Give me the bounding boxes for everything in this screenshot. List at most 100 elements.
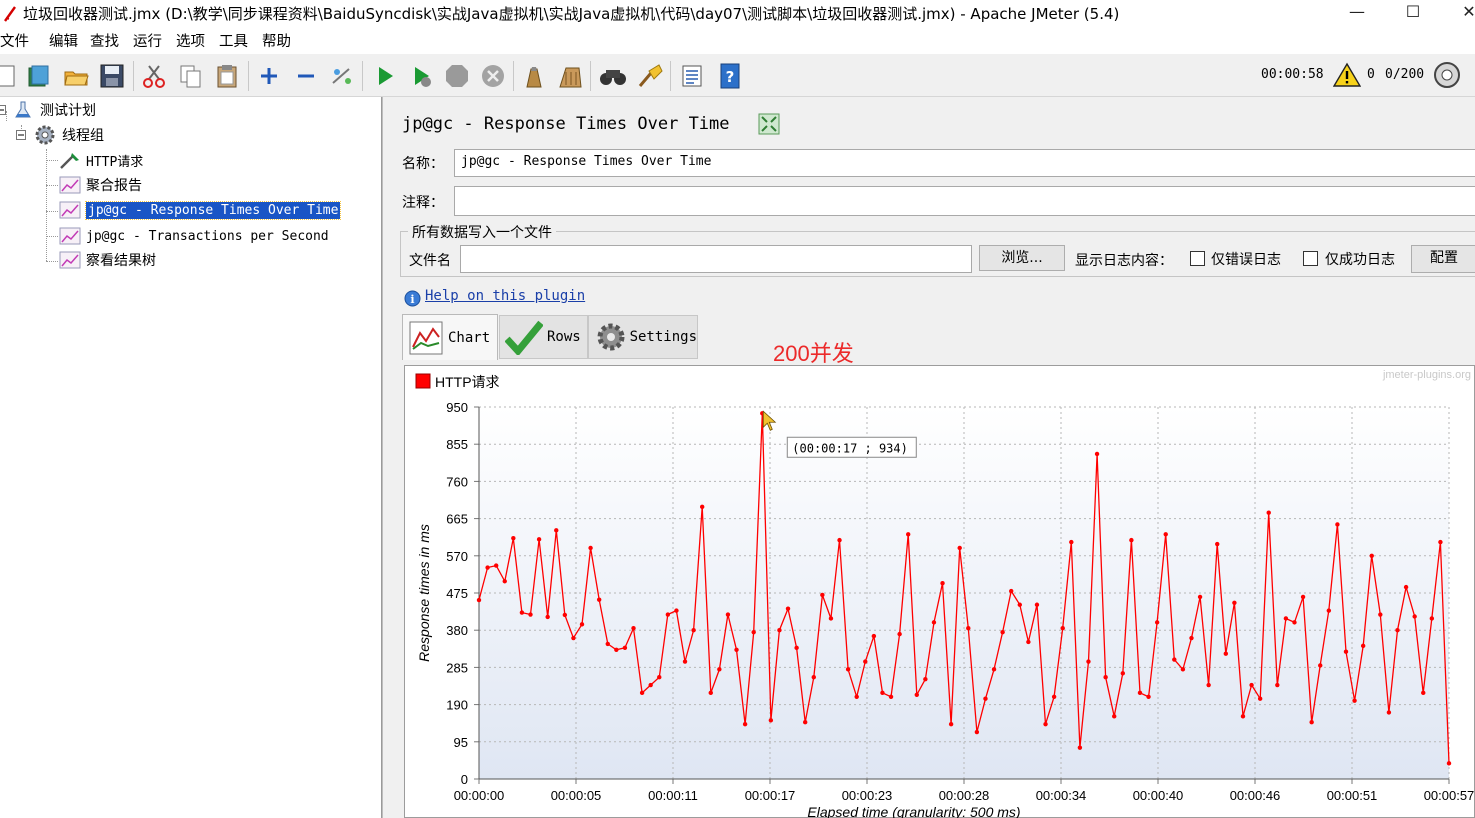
collapse-toggle-icon[interactable]	[16, 130, 26, 140]
name-field[interactable]: jp@gc - Response Times Over Time	[454, 149, 1475, 177]
expand-all-icon[interactable]	[255, 62, 283, 90]
data-point	[828, 616, 834, 621]
data-point	[588, 545, 593, 551]
tree-node-test-plan[interactable]: 测试计划	[0, 99, 96, 121]
panel-title: jp@gc - Response Times Over Time	[402, 114, 730, 134]
collapse-toggle-icon[interactable]	[0, 105, 6, 115]
minimize-button[interactable]: —	[1334, 0, 1380, 27]
copy-icon[interactable]	[177, 62, 205, 90]
menu-tools[interactable]: 工具	[219, 30, 256, 51]
configure-button[interactable]: 配置	[1411, 245, 1475, 273]
data-point	[631, 626, 636, 631]
tree-node-http-request[interactable]: HTTP请求	[58, 149, 143, 171]
stop-icon[interactable]	[443, 62, 471, 90]
data-point	[1009, 588, 1014, 594]
data-point	[648, 682, 653, 688]
data-point	[1103, 674, 1108, 680]
tab-rows-label: Rows	[547, 329, 581, 345]
maximize-panel-icon[interactable]	[758, 113, 780, 135]
menu-file[interactable]: 文件	[0, 30, 37, 51]
x-tick-label: 00:00:51	[1327, 788, 1378, 803]
file-group-title: 所有数据写入一个文件	[408, 222, 556, 242]
y-tick-label: 855	[446, 437, 468, 452]
collapse-all-icon[interactable]	[292, 62, 320, 90]
menu-run[interactable]: 运行	[133, 30, 170, 51]
data-point	[1309, 720, 1314, 725]
y-tick-label: 285	[446, 660, 468, 675]
data-point	[1257, 696, 1263, 701]
title-bar: 垃圾回收器测试.jmx (D:\教学\同步课程资料\BaiduSyncdisk\…	[0, 0, 1475, 27]
start-icon[interactable]	[371, 62, 399, 90]
x-tick-label: 00:00:00	[454, 788, 505, 803]
menu-search[interactable]: 查找	[90, 30, 127, 51]
new-icon[interactable]	[0, 62, 20, 90]
settings-gear-icon	[597, 323, 625, 351]
help-link[interactable]: Help on this plugin	[425, 288, 585, 304]
clear-icon[interactable]	[520, 62, 548, 90]
tree-label-test-plan: 测试计划	[40, 103, 96, 119]
elapsed-time: 00:00:58	[1261, 67, 1324, 82]
data-point	[674, 608, 679, 613]
close-button[interactable]: ✕	[1446, 0, 1475, 27]
help-icon[interactable]: ?	[716, 62, 744, 90]
listener-panel: jp@gc - Response Times Over Time 名称： jp@…	[388, 97, 1475, 818]
tab-chart[interactable]: Chart	[402, 314, 498, 360]
clear-all-icon[interactable]	[556, 62, 584, 90]
templates-icon[interactable]	[24, 62, 52, 90]
chart-watermark: jmeter-plugins.org	[1382, 369, 1471, 381]
data-point	[914, 692, 919, 698]
checkmark-icon	[505, 320, 543, 355]
data-point	[493, 563, 499, 568]
reset-search-icon[interactable]	[636, 62, 664, 90]
data-point	[1051, 694, 1057, 699]
data-point	[657, 674, 662, 680]
tree-label: 聚合报告	[86, 178, 142, 194]
data-point	[1318, 663, 1323, 668]
errors-only-checkbox[interactable]	[1190, 251, 1205, 266]
tree-node-transactions-per-second[interactable]: jp@gc - Transactions per Second	[58, 225, 329, 247]
tree-node-response-times[interactable]: jp@gc - Response Times Over Time	[58, 199, 342, 221]
tab-rows[interactable]: Rows	[499, 315, 588, 359]
svg-text:i: i	[410, 293, 414, 306]
data-point	[1232, 600, 1237, 605]
data-point	[1146, 694, 1151, 699]
paste-icon[interactable]	[213, 62, 241, 90]
data-point	[751, 629, 756, 635]
data-point	[1395, 628, 1400, 633]
filename-field[interactable]	[460, 245, 972, 273]
save-icon[interactable]	[98, 62, 126, 90]
comment-field[interactable]	[454, 186, 1475, 216]
menu-options[interactable]: 选项	[176, 30, 213, 51]
listener-graph-icon	[59, 227, 81, 245]
test-plan-tree: 测试计划 线程组 HTTP请求 聚合报告 jp@gc - Response Ti…	[0, 97, 382, 818]
tree-node-aggregate-report[interactable]: 聚合报告	[58, 174, 142, 196]
tab-settings[interactable]: Settings	[588, 315, 698, 359]
search-icon[interactable]	[599, 62, 627, 90]
browse-button[interactable]: 浏览...	[979, 245, 1065, 271]
menu-help[interactable]: 帮助	[262, 30, 299, 51]
data-point	[1094, 451, 1100, 457]
maximize-button[interactable]: ☐	[1390, 0, 1436, 27]
toggle-icon[interactable]	[328, 62, 356, 90]
tree-node-view-results-tree[interactable]: 察看结果树	[58, 249, 156, 271]
menu-edit[interactable]: 编辑	[49, 30, 86, 51]
tree-label: jp@gc - Transactions per Second	[86, 228, 329, 244]
success-only-checkbox[interactable]	[1303, 251, 1318, 266]
legend-swatch	[415, 373, 431, 389]
start-no-pauses-icon[interactable]	[407, 62, 435, 90]
warning-icon[interactable]	[1333, 61, 1361, 89]
window-title: 垃圾回收器测试.jmx (D:\教学\同步课程资料\BaiduSyncdisk\…	[23, 5, 1120, 23]
remote-status-icon	[1433, 61, 1461, 89]
data-point	[897, 631, 902, 637]
data-point	[725, 612, 731, 617]
data-point	[1403, 584, 1409, 590]
y-tick-label: 950	[446, 400, 468, 415]
cut-icon[interactable]	[140, 62, 168, 90]
function-helper-icon[interactable]	[678, 62, 706, 90]
shutdown-icon[interactable]	[479, 62, 507, 90]
open-icon[interactable]	[62, 62, 90, 90]
chart-area: jmeter-plugins.org HTTP请求 950 855 760 665 570 4…	[404, 365, 1475, 818]
tree-node-thread-group[interactable]: 线程组	[16, 124, 104, 146]
data-point	[1129, 537, 1134, 543]
x-tick-label: 00:00:40	[1133, 788, 1184, 803]
